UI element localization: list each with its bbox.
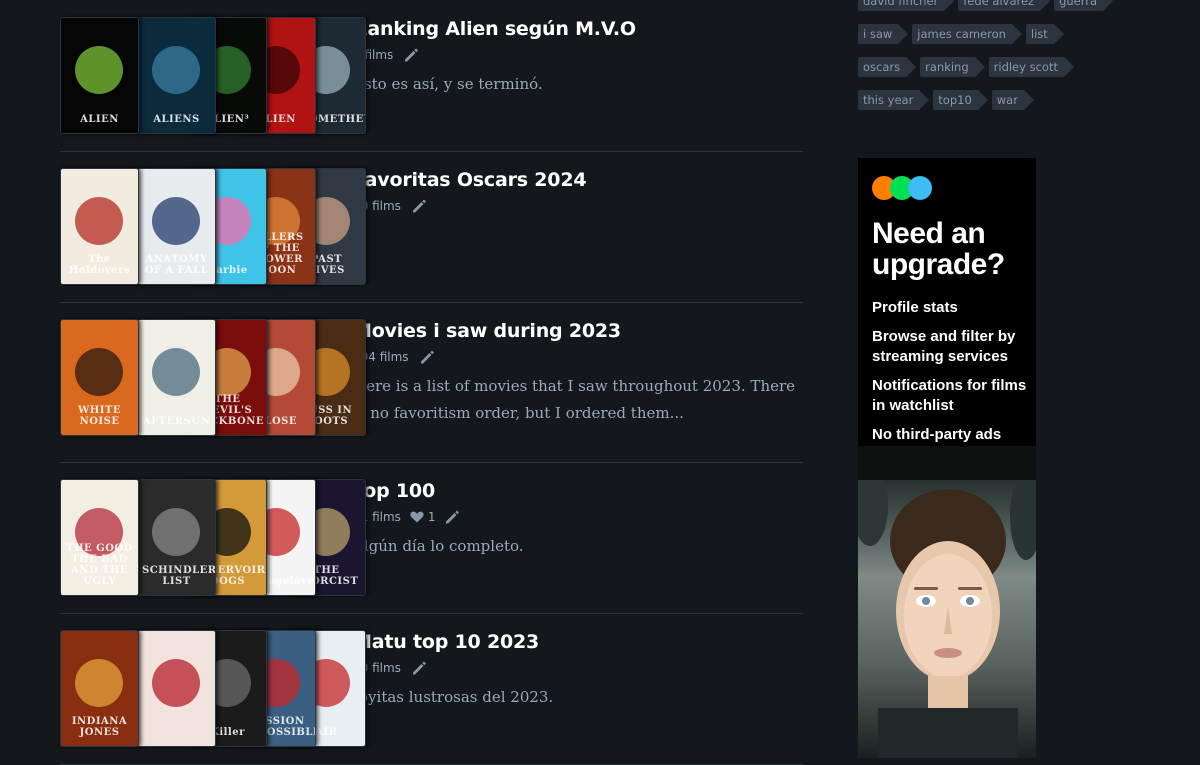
list-title-link[interactable]: Movies i saw during 2023 [353, 319, 803, 343]
poster-title-text: THE GOOD THE BAD AND THE UGLY [66, 543, 133, 587]
poster-art [152, 46, 200, 94]
film-poster[interactable]: WHITE NOISE [60, 319, 139, 436]
tag-row: oscars ranking ridley scott [858, 57, 1138, 79]
tag-link[interactable]: this year [858, 90, 930, 110]
heart-icon [410, 511, 428, 523]
poster-art [152, 348, 200, 396]
list-info: Top 100 21 films 1 Algún día lo completo. [353, 479, 803, 560]
poster-stack[interactable]: The Holdovers ANATOMY OF A FALL Barbie KILL… [60, 168, 366, 285]
tag-link[interactable]: guerra [1054, 0, 1114, 11]
list-title-link[interactable]: Matu top 10 2023 [353, 630, 803, 654]
edit-pencil-icon[interactable] [418, 348, 436, 366]
film-poster[interactable]: INDIANA JONES [60, 630, 139, 747]
ad-feature-item: Browse and filter by streaming services [872, 328, 1016, 365]
tag-cloud: david fincher fede alvarez guerra i saw jame… [858, 0, 1138, 123]
tag-link[interactable]: james cameron [912, 24, 1022, 44]
tag-link[interactable]: war [991, 90, 1035, 110]
list-description: Esto es así, y se terminó. [353, 75, 543, 93]
list-meta: 21 films 1 [353, 508, 803, 526]
tag-row: i saw james cameron list [858, 24, 1138, 46]
poster-art [152, 197, 200, 245]
edit-pencil-icon[interactable] [410, 659, 428, 677]
tag-row: this year top10 war [858, 90, 1138, 112]
film-poster[interactable]: ALIEN [60, 17, 139, 134]
list-info: Movies i saw during 2023 194 films Here is… [353, 319, 803, 427]
list-row[interactable]: THE GOOD THE BAD AND THE UGLY SCHINDLER'S… [60, 479, 803, 614]
edit-pencil-icon[interactable] [443, 508, 461, 526]
tag-row: david fincher fede alvarez guerra [858, 0, 1138, 13]
logo-dot-blue [908, 176, 932, 200]
list-row[interactable]: WHITE NOISE AFTERSUN THE DEVIL'S BACKBONE C… [60, 319, 803, 463]
tag-link[interactable]: fede alvarez [958, 0, 1050, 11]
poster-art [152, 659, 200, 707]
list-info: Favoritas Oscars 2024 10 films [353, 168, 803, 215]
letterboxd-logo-icon [872, 176, 932, 200]
ad-image [858, 446, 1036, 758]
film-poster[interactable]: THE GOOD THE BAD AND THE UGLY [60, 479, 139, 596]
list-title-link[interactable]: Ranking Alien según M.V.O [353, 17, 803, 41]
film-poster[interactable]: AFTERSUN [137, 319, 216, 436]
poster-stack[interactable]: ALIENALIENSALIEN³ALIENPROMETHEUS [60, 17, 366, 134]
poster-art [75, 348, 123, 396]
list-row[interactable]: ALIENALIENSALIEN³ALIENPROMETHEUSRanking … [60, 17, 803, 152]
poster-art [152, 508, 200, 556]
edit-pencil-icon[interactable] [410, 197, 428, 215]
list-row[interactable]: INDIANA JONES Killer MISSION IMPOSSIBLE AIR… [60, 630, 803, 765]
poster-art [75, 659, 123, 707]
film-poster[interactable]: SCHINDLER'S LIST [137, 479, 216, 596]
likes-value: 1 [427, 510, 436, 524]
list-info: Matu top 10 2023 10 films Joyitas lustrosa… [353, 630, 803, 711]
poster-title-text: WHITE NOISE [78, 405, 121, 427]
film-poster[interactable] [137, 630, 216, 747]
poster-art [75, 46, 123, 94]
ad-feature-item: Notifications for films in watchlist [872, 377, 1027, 414]
tag-link[interactable]: i saw [858, 24, 909, 44]
tag-link[interactable]: ridley scott [988, 57, 1075, 77]
list-info: Ranking Alien según M.V.O 7 films Esto es … [353, 17, 803, 98]
list-title-link[interactable]: Top 100 [353, 479, 803, 503]
poster-stack[interactable]: INDIANA JONES Killer MISSION IMPOSSIBLE AIR [60, 630, 366, 747]
list-title-link[interactable]: Favoritas Oscars 2024 [353, 168, 803, 192]
film-poster[interactable]: The Holdovers [60, 168, 139, 285]
list-description: Joyitas lustrosas del 2023. [353, 688, 554, 706]
ad-feature-item: Profile stats [872, 299, 958, 316]
poster-title-text: The Holdovers [68, 254, 131, 276]
list-meta: 10 films [353, 659, 803, 677]
ad-headline: Need an upgrade? [872, 217, 1005, 281]
likes-count[interactable]: 1 [410, 510, 436, 524]
tag-link[interactable]: oscars [858, 57, 917, 77]
film-poster[interactable]: ANATOMY OF A FALL [137, 168, 216, 285]
list-description: Algún día lo completo. [353, 537, 524, 555]
tag-link[interactable]: list [1025, 24, 1064, 44]
edit-pencil-icon[interactable] [402, 46, 420, 64]
poster-title-text: ANATOMY OF A FALL [144, 254, 209, 276]
list-description: Here is a list of movies that I saw thro… [353, 377, 796, 422]
film-poster[interactable]: ALIENS [137, 17, 216, 134]
list-meta: 10 films [353, 197, 803, 215]
poster-title-text: AFTERSUN [142, 416, 211, 427]
list-row[interactable]: The Holdovers ANATOMY OF A FALL Barbie KILL… [60, 168, 803, 303]
tag-link[interactable]: david fincher [858, 0, 955, 11]
poster-stack[interactable]: THE GOOD THE BAD AND THE UGLY SCHINDLER'S… [60, 479, 366, 596]
poster-title-text: INDIANA JONES [71, 716, 128, 738]
upgrade-ad[interactable]: Need an upgrade? Profile stats Browse and… [858, 158, 1036, 758]
tag-link[interactable]: ranking [920, 57, 985, 77]
ad-feature-item: No third-party ads [872, 426, 1002, 443]
tag-link[interactable]: top10 [933, 90, 989, 110]
poster-title-text: SCHINDLER'S LIST [142, 565, 216, 587]
poster-stack[interactable]: WHITE NOISE AFTERSUN THE DEVIL'S BACKBONE C… [60, 319, 366, 436]
list-meta: 7 films [353, 46, 803, 64]
poster-title-text: ALIEN [80, 114, 119, 125]
poster-title-text: ALIENS [153, 114, 200, 125]
list-meta: 194 films [353, 348, 803, 366]
poster-art [75, 197, 123, 245]
